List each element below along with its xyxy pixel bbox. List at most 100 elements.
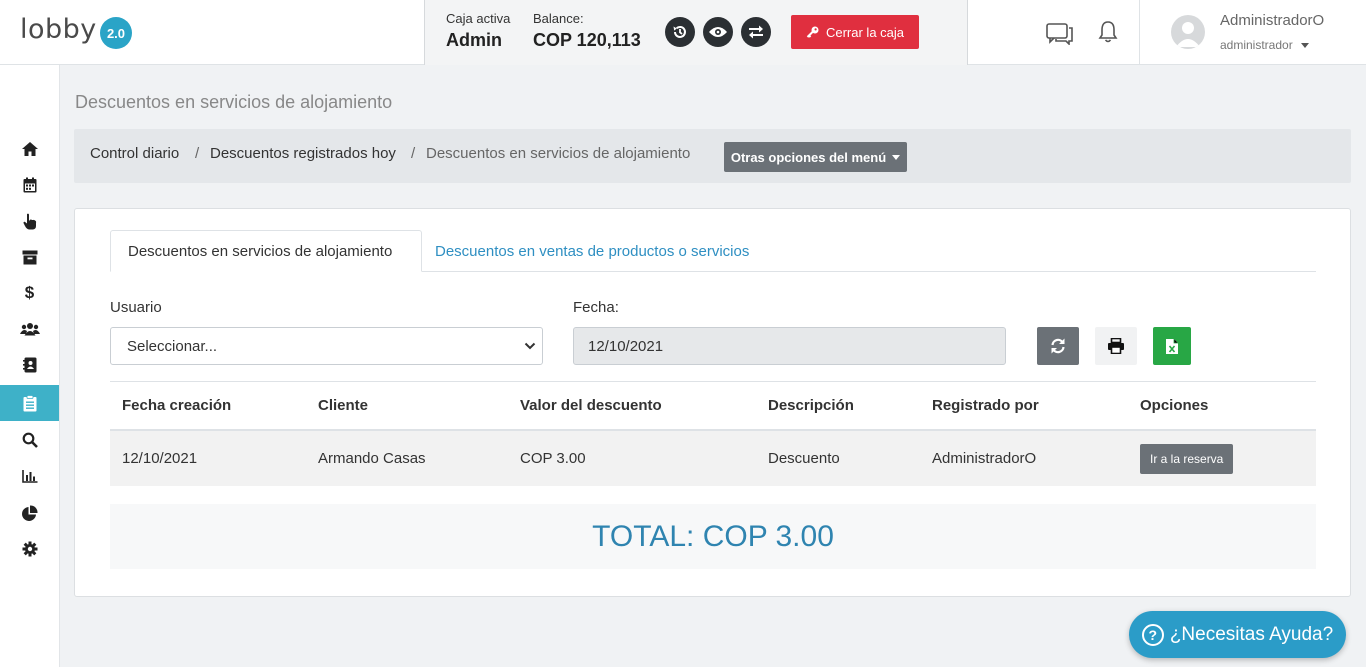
- transfer-button[interactable]: [741, 17, 771, 47]
- column-header-description: Descripción: [768, 397, 854, 414]
- refresh-icon: [1051, 338, 1065, 354]
- tabs: Descuentos en servicios de alojamiento D…: [110, 230, 1316, 272]
- discounts-card: Descuentos en servicios de alojamiento D…: [74, 208, 1351, 597]
- cell-date: 12/10/2021: [122, 450, 198, 467]
- total-summary: TOTAL: COP 3.00: [110, 504, 1316, 569]
- date-field-value: 12/10/2021: [588, 337, 664, 355]
- column-header-discount-value: Valor del descuento: [520, 397, 662, 414]
- breadcrumb-item-current: Descuentos en servicios de alojamiento: [426, 145, 691, 162]
- close-cashbox-button[interactable]: Cerrar la caja: [791, 15, 919, 49]
- breadcrumb: Control diario / Descuentos registrados …: [74, 129, 1351, 183]
- date-filter-label: Fecha:: [573, 299, 619, 316]
- archive-icon: [22, 250, 37, 264]
- search-icon: [22, 432, 38, 448]
- excel-file-icon: [1166, 338, 1178, 354]
- notifications-button[interactable]: [1098, 20, 1118, 49]
- key-icon: [806, 26, 819, 38]
- eye-icon: [709, 27, 727, 37]
- table-header: Fecha creación Cliente Valor del descuen…: [110, 381, 1316, 431]
- pointer-hand-icon: [22, 213, 36, 229]
- user-avatar-icon: [1176, 22, 1200, 47]
- sidebar: $: [0, 65, 60, 667]
- column-header-client: Cliente: [318, 397, 369, 414]
- gear-icon: [22, 541, 37, 557]
- sidebar-item-settings[interactable]: [0, 531, 59, 567]
- bar-chart-icon: [21, 470, 37, 483]
- chevron-down-icon: [524, 342, 536, 350]
- balance-label: Balance:: [533, 11, 584, 26]
- clipboard-icon: [23, 394, 36, 411]
- balance: Balance: COP 120,113: [533, 11, 641, 51]
- help-button-label: ¿Necesitas Ayuda?: [1169, 623, 1334, 645]
- chevron-down-icon: [1300, 43, 1309, 49]
- chat-button[interactable]: [1046, 23, 1074, 50]
- user-filter-label: Usuario: [110, 299, 162, 316]
- refresh-button[interactable]: [1037, 327, 1079, 365]
- user-name: AdministradorO: [1220, 12, 1325, 29]
- sidebar-item-finance[interactable]: $: [0, 275, 59, 311]
- dollar-icon: $: [24, 283, 35, 302]
- view-button[interactable]: [703, 17, 733, 47]
- cashbox-panel: Caja activa Admin Balance: COP 120,113 C…: [424, 0, 968, 65]
- print-button[interactable]: [1095, 327, 1137, 365]
- pie-chart-icon: [22, 504, 38, 521]
- contacts-icon: [22, 357, 36, 373]
- breadcrumb-item-daily-control[interactable]: Control diario: [90, 145, 179, 162]
- bell-icon: [1098, 21, 1118, 43]
- sidebar-item-checkin[interactable]: [0, 203, 59, 239]
- user-select-value: Seleccionar...: [127, 337, 218, 355]
- table-row: 12/10/2021 Armando Casas COP 3.00 Descue…: [110, 431, 1316, 486]
- sidebar-item-home[interactable]: [0, 131, 59, 167]
- sidebar-item-archive[interactable]: [0, 239, 59, 275]
- exchange-icon: [749, 25, 763, 39]
- user-role-row: administrador: [1220, 38, 1309, 52]
- cell-registered-by: AdministradorO: [932, 450, 1037, 467]
- active-cashbox: Caja activa Admin: [446, 11, 510, 51]
- calendar-icon: [23, 177, 36, 193]
- sidebar-item-contacts[interactable]: [0, 347, 59, 383]
- help-button[interactable]: ? ¿Necesitas Ayuda?: [1129, 611, 1346, 658]
- export-excel-button[interactable]: [1153, 327, 1191, 365]
- go-to-reservation-button[interactable]: Ir a la reserva: [1140, 443, 1234, 474]
- user-select[interactable]: Seleccionar...: [110, 327, 543, 365]
- users-icon: [19, 323, 40, 336]
- sidebar-item-statistics[interactable]: [0, 495, 59, 531]
- question-circle-icon: ?: [1141, 623, 1164, 646]
- other-menu-options-label: Otras opciones del menú: [730, 149, 887, 165]
- date-field[interactable]: 12/10/2021: [573, 327, 1006, 365]
- breadcrumb-item-discounts-today[interactable]: Descuentos registrados hoy: [210, 145, 396, 162]
- column-header-registered-by: Registrado por: [932, 397, 1039, 414]
- sidebar-item-search[interactable]: [0, 422, 59, 458]
- breadcrumb-separator: /: [195, 145, 200, 162]
- printer-icon: [1108, 338, 1124, 354]
- sidebar-item-calendar[interactable]: [0, 167, 59, 203]
- cell-client: Armando Casas: [318, 450, 426, 467]
- sidebar-item-reports[interactable]: [0, 458, 59, 494]
- history-button[interactable]: [665, 17, 695, 47]
- cell-options: Ir a la reserva: [1140, 431, 1234, 486]
- history-icon: [673, 25, 686, 38]
- avatar: [1171, 15, 1205, 49]
- active-cashbox-value: Admin: [446, 30, 502, 50]
- active-cashbox-label: Caja activa: [446, 11, 511, 26]
- sidebar-item-guests[interactable]: [0, 311, 59, 347]
- tab-lodging-discounts[interactable]: Descuentos en servicios de alojamiento: [110, 230, 422, 272]
- page-title: Descuentos en servicios de alojamiento: [75, 92, 393, 112]
- discounts-table: Fecha creación Cliente Valor del descuen…: [110, 381, 1316, 486]
- user-role: administrador: [1220, 38, 1293, 52]
- sidebar-item-daily-control[interactable]: [0, 385, 59, 421]
- cell-discount-value: COP 3.00: [520, 450, 586, 467]
- close-cashbox-label: Cerrar la caja: [825, 24, 905, 40]
- logo[interactable]: lobby: [20, 14, 97, 45]
- other-menu-options-button[interactable]: Otras opciones del menú: [724, 142, 907, 172]
- top-header: lobby 2.0 Caja activa Admin Balance: COP…: [0, 0, 1366, 65]
- chat-icon: [1046, 23, 1073, 46]
- cell-description: Descuento: [768, 450, 840, 467]
- chevron-down-icon: [892, 154, 901, 160]
- tab-product-sales-discounts[interactable]: Descuentos en ventas de productos o serv…: [418, 230, 766, 272]
- home-icon: [21, 142, 38, 156]
- version-badge: 2.0: [100, 17, 132, 49]
- column-header-date: Fecha creación: [122, 397, 232, 414]
- user-menu[interactable]: AdministradorO administrador: [1139, 0, 1366, 65]
- breadcrumb-separator: /: [411, 145, 416, 162]
